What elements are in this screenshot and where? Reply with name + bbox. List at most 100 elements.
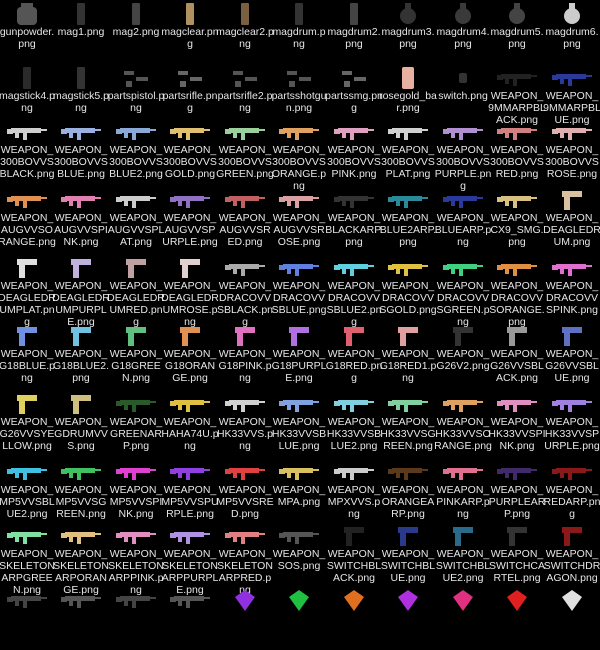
file-tile[interactable]: WEAPON_SWITCHDRAGON.png xyxy=(544,522,600,586)
file-tile[interactable]: WEAPON_BLACKARP.png xyxy=(325,186,383,250)
file-tile[interactable]: WEAPON_300BOVVSPLAT.png xyxy=(381,118,435,182)
file-tile[interactable]: WEAPON_G18BLUE2.png xyxy=(53,322,109,386)
file-tile[interactable] xyxy=(218,586,272,650)
file-tile[interactable]: WEAPON_SWITCHBLACK.png xyxy=(327,522,381,586)
file-tile[interactable] xyxy=(163,586,217,650)
file-tile[interactable]: WEAPON_SKELETONARPGREEN.png xyxy=(0,522,55,596)
file-tile[interactable]: WEAPON_DRACOVVSGREEN.png xyxy=(436,254,490,328)
file-tile[interactable]: WEAPON_SKELETONARPORANGE.png xyxy=(53,522,109,596)
file-tile[interactable]: WEAPON_REDARP.png xyxy=(543,458,600,522)
file-tile[interactable]: WEAPON_G18PURPLE.png xyxy=(272,322,326,386)
file-tile[interactable]: magdrum.png xyxy=(272,0,326,64)
file-tile[interactable]: magdrum4.png xyxy=(436,0,490,64)
file-tile[interactable]: WEAPON_G18RED1.png xyxy=(380,322,436,386)
file-tile[interactable]: WEAPON_MP5VVSBLUE2.png xyxy=(0,458,55,522)
file-tile[interactable]: WEAPON_SKELETONARPRED.png xyxy=(217,522,273,596)
file-tile[interactable]: WEAPON_HAHA74U.png xyxy=(161,390,219,454)
file-tile[interactable]: WEAPON_SWITCHBLUE2.png xyxy=(436,522,490,586)
file-tile[interactable]: WEAPON_300BOVVSGOLD.png xyxy=(163,118,217,182)
file-tile[interactable]: WEAPON_CX9_SMG.png xyxy=(490,186,544,250)
file-tile[interactable] xyxy=(327,586,381,650)
file-tile[interactable]: WEAPON_DEAGLEDRUMROSE.png xyxy=(161,254,219,328)
file-tile[interactable]: WEAPON_G26V2.png xyxy=(436,322,490,386)
file-tile[interactable] xyxy=(54,586,108,650)
file-tile[interactable]: WEAPON_300BOVVSBLACK.png xyxy=(0,118,54,182)
file-tile[interactable]: WEAPON_MPXVVS.png xyxy=(327,458,381,522)
file-tile[interactable]: WEAPON_300BOVVSROSE.png xyxy=(545,118,599,182)
file-tile[interactable]: WEAPON_GDRUMVVS.png xyxy=(54,390,108,454)
file-tile[interactable]: WEAPON_DEAGLEDRUMPURPLE.png xyxy=(52,254,110,328)
file-tile[interactable]: WEAPON_HK33VVSBLUE.png xyxy=(272,390,326,454)
file-tile[interactable]: WEAPON_300BOVVSGREEN.png xyxy=(216,118,274,182)
file-tile[interactable]: WEAPON_G26VVSBLACK.png xyxy=(490,322,544,386)
file-tile[interactable]: WEAPON_BLUEARP.png xyxy=(435,186,491,250)
file-tile[interactable]: WEAPON_G26VVSBLUE.png xyxy=(545,322,599,386)
file-tile[interactable]: WEAPON_HK33VVSPINK.png xyxy=(488,390,546,454)
file-tile[interactable]: WEAPON_SWITCHCARTEL.png xyxy=(489,522,545,586)
file-tile[interactable]: magdrum2.png xyxy=(327,0,381,64)
file-tile[interactable] xyxy=(109,586,163,650)
file-tile[interactable] xyxy=(0,586,54,650)
file-tile[interactable]: WEAPON_HK33VVSPURPLE.png xyxy=(544,390,600,454)
file-tile[interactable]: WEAPON_G26VVSYELLOW.png xyxy=(0,390,54,454)
file-tile[interactable]: WEAPON_AUGVVSPINK.png xyxy=(54,186,108,250)
file-tile[interactable]: WEAPON_PURPLEARP.png xyxy=(489,458,545,522)
file-tile[interactable]: WEAPON_SKELETONARPPINK.png xyxy=(108,522,164,596)
file-tile[interactable]: WEAPON_HK33VVSBLUE2.png xyxy=(327,390,381,454)
file-tile[interactable]: gunpowder.png xyxy=(0,0,54,64)
file-tile[interactable]: WEAPON_HK33VVS.png xyxy=(217,390,273,454)
file-tile[interactable]: WEAPON_MP5VVSPINK.png xyxy=(109,458,163,522)
file-tile[interactable]: WEAPON_SWITCHBLUE.png xyxy=(381,522,435,586)
file-tile[interactable]: WEAPON_300BOVVSORANGE.png xyxy=(272,118,326,192)
file-tile[interactable]: magdrum3.png xyxy=(381,0,435,64)
file-tile[interactable]: mag2.png xyxy=(109,0,163,64)
file-tile[interactable]: WEAPON_DRACOVVSGOLD.png xyxy=(379,254,437,318)
file-tile[interactable]: WEAPON_DRACOVVSBLACK.png xyxy=(217,254,273,328)
file-tile[interactable]: WEAPON_G18PINK.png xyxy=(218,322,272,386)
file-tile[interactable] xyxy=(545,586,599,650)
file-tile[interactable]: WEAPON_BLUE2ARP.png xyxy=(380,186,436,250)
file-tile[interactable]: WEAPON_MP5VVSRED.png xyxy=(216,458,274,522)
file-tile[interactable]: WEAPON_MP5VVSGREEN.png xyxy=(54,458,108,522)
file-tile[interactable]: WEAPON_DRACOVVSORANGE.png xyxy=(489,254,545,328)
file-tile[interactable]: WEAPON_ORANGEARP.png xyxy=(381,458,435,522)
file-tile[interactable]: WEAPON_G18BLUE.png xyxy=(0,322,55,386)
file-tile[interactable]: magclear.png xyxy=(161,0,219,64)
file-tile[interactable]: WEAPON_DRACOVVSPINK.png xyxy=(545,254,599,318)
file-tile[interactable]: WEAPON_G18ORANGE.png xyxy=(163,322,217,386)
file-tile[interactable]: WEAPON_MPA.png xyxy=(272,458,326,522)
file-tile[interactable]: WEAPON_300BOVVSBLUE.png xyxy=(54,118,108,182)
file-tile[interactable]: WEAPON_AUGVVSROSE.png xyxy=(272,186,326,250)
file-tile[interactable]: WEAPON_SKELETONARPPURPLE.png xyxy=(162,522,218,596)
file-tile[interactable]: mag1.png xyxy=(54,0,108,64)
file-tile[interactable]: WEAPON_DEAGLEDRUM.png xyxy=(543,186,600,250)
file-tile[interactable]: WEAPON_SOS.png xyxy=(272,522,326,586)
file-tile[interactable]: WEAPON_AUGVVSPLAT.png xyxy=(108,186,164,250)
file-tile[interactable]: WEAPON_DRACOVVSBLUE2.png xyxy=(327,254,381,328)
file-tile[interactable]: WEAPON_DRACOVVSBLUE.png xyxy=(272,254,326,318)
file-tile[interactable]: WEAPON_300BOVVSPINK.png xyxy=(327,118,381,182)
file-tile[interactable]: WEAPON_DEAGLEDRUMRED.png xyxy=(107,254,165,328)
file-tile[interactable]: WEAPON_300BOVVSPURPLE.png xyxy=(435,118,491,192)
file-tile[interactable]: WEAPON_AUGVVSORANGE.png xyxy=(0,186,56,250)
file-tile[interactable] xyxy=(436,586,490,650)
file-tile[interactable]: WEAPON_G18RED.png xyxy=(326,322,382,386)
file-tile[interactable]: magclear2.png xyxy=(216,0,274,64)
file-tile[interactable] xyxy=(272,586,326,650)
file-tile[interactable]: WEAPON_G18GREEN.png xyxy=(109,322,163,386)
file-tile[interactable]: WEAPON_HK33VVSORANGE.png xyxy=(434,390,492,454)
file-tile[interactable]: magdrum5.png xyxy=(490,0,544,64)
file-tile[interactable]: WEAPON_PINKARP.png xyxy=(436,458,490,522)
file-tile[interactable]: WEAPON_HK33VVSGREEN.png xyxy=(380,390,436,454)
file-tile[interactable]: WEAPON_AUGVVSRED.png xyxy=(218,186,272,250)
file-tile[interactable]: WEAPON_DEAGLEDRUMPLAT.png xyxy=(0,254,56,328)
file-tile[interactable]: WEAPON_GREENARP.png xyxy=(109,390,163,454)
file-tile[interactable] xyxy=(490,586,544,650)
gun-icon xyxy=(5,459,49,485)
file-tile[interactable]: WEAPON_300BOVVSBLUE2.png xyxy=(109,118,163,182)
file-tile[interactable]: WEAPON_MP5VVSPURPLE.png xyxy=(161,458,219,522)
file-tile[interactable]: WEAPON_300BOVVSRED.png xyxy=(490,118,544,182)
file-tile[interactable]: WEAPON_AUGVVSPURPLE.png xyxy=(162,186,218,250)
file-tile[interactable] xyxy=(381,586,435,650)
file-tile[interactable]: magdrum6.png xyxy=(545,0,599,64)
